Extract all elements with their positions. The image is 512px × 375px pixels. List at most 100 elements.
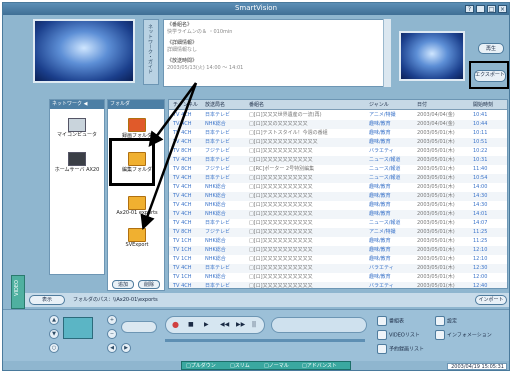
home-server-item[interactable] <box>68 152 86 166</box>
col-channel[interactable]: チャンネル <box>173 101 198 108</box>
reservation-list-button[interactable]: 予約録画リスト <box>377 344 424 354</box>
table-row[interactable]: TV 1CH NHK総合 □[ロ]又又又又又又又又又又 趣味/教育 2003/05/01… <box>169 255 507 264</box>
table-cell: NHK総合 <box>205 274 226 280</box>
fast-forward-button[interactable]: ▶▶ <box>236 321 245 328</box>
table-row[interactable]: TV 4CH 日本テレビ □[ロ]又又又又又又又又又又 ニュース/報道 2003/05/… <box>169 174 507 183</box>
display-button[interactable]: 表示 <box>29 295 65 305</box>
settings-button[interactable]: 設定 <box>435 316 457 326</box>
recording-folder-item[interactable] <box>128 118 146 132</box>
mini-monitor[interactable] <box>63 317 93 339</box>
up-button[interactable]: ▲ <box>49 315 59 325</box>
video-list-button[interactable]: VIDEOリスト <box>377 330 420 340</box>
maximize-button[interactable]: □ <box>487 5 496 13</box>
volume-slider[interactable] <box>121 321 157 333</box>
table-row[interactable]: TV 4CH NHK総合 □[ロ]又又又又又又又又又又 趣味/教育 2003/05/01… <box>169 201 507 210</box>
table-row[interactable]: TV 4CH 日本テレビ □[ロ]又又又又又又又又又又又 趣味/教育 2003/05/0… <box>169 138 507 147</box>
table-row[interactable]: TV 1CH NHK総合 □[ロ]又又又又又又又又又又 趣味/教育 2003/05/01… <box>169 273 507 282</box>
table-cell: 2003/05/01(木) <box>417 283 455 289</box>
table-row[interactable]: TV 8CH フジテレビ □[RC]ポーター 2号特別編集 ニュース/報道 2003/0… <box>169 165 507 174</box>
table-cell: □[ロ]又又又又又又又又又又 <box>249 184 313 190</box>
preview-screen-small[interactable] <box>399 31 465 81</box>
video-list-icon <box>377 330 387 340</box>
table-cell: 11:25 <box>473 229 488 235</box>
side-tab[interactable]: ネットワーク・ガイド <box>143 19 159 85</box>
record-button[interactable]: ● <box>172 320 179 329</box>
channel-down-button[interactable]: − <box>107 329 117 339</box>
record-indicator[interactable]: ○ <box>49 343 59 353</box>
folder-panel: フォルダ 録画フォルダ 編集フォルダ Ax20-01 exports SVExp… <box>107 99 165 291</box>
help-button[interactable]: ? <box>465 5 474 13</box>
table-row[interactable]: TV 4CH 日本テレビ □[ロ]又又又世界遺産の一流(再) アニメ/特撮 2003/0… <box>169 111 507 120</box>
col-station[interactable]: 放送局名 <box>205 101 225 108</box>
video-tab[interactable]: VIDEO <box>11 275 25 309</box>
my-computer-item[interactable] <box>68 118 86 132</box>
col-genre[interactable]: ジャンル <box>369 101 389 108</box>
play-transport-button[interactable]: ▶ <box>204 321 209 328</box>
table-row[interactable]: TV 4CH 日本テレビ □[ロ]又又又又又又又又又又 バラエティ 2003/05/01… <box>169 264 507 273</box>
mute-button[interactable]: ◀ <box>107 343 117 353</box>
add-folder-button[interactable]: 追加 <box>112 280 134 289</box>
mode-pulldown[interactable]: □プルダウン <box>186 362 216 370</box>
mode-slim[interactable]: □スリム <box>230 362 250 370</box>
table-row[interactable]: TV 4CH NHK総合 □[ロ]又又又又又又又又又又 趣味/教育 2003/05/01… <box>169 210 507 219</box>
information-button[interactable]: インフォメーション <box>435 330 492 340</box>
table-row[interactable]: TV 8CH フジテレビ □[ロ]又又又又又又又又又又 アニメ/特撮 2003/05/0… <box>169 228 507 237</box>
table-cell: 10:54 <box>473 175 488 181</box>
stop-button[interactable]: ■ <box>188 321 194 328</box>
table-cell: 14:30 <box>473 193 488 199</box>
col-program[interactable]: 番組名 <box>249 101 264 108</box>
seek-bar[interactable] <box>271 317 367 333</box>
position-track[interactable] <box>165 339 365 342</box>
table-cell: TV 4CH <box>173 265 192 271</box>
preview-screen-main[interactable] <box>33 19 135 83</box>
minimize-button[interactable]: _ <box>476 5 485 13</box>
table-row[interactable]: TV 4CH NHK総合 □[ロ]又又又又又又又又又又 趣味/教育 2003/05/01… <box>169 183 507 192</box>
table-row[interactable]: TV 1CH NHK総合 □[ロ]又又又又又又又又又又 趣味/教育 2003/05/01… <box>169 246 507 255</box>
table-row[interactable]: TV 4CH 日本テレビ □[ロ]又又又又又又又又又又 ニュース/報道 2003/05/… <box>169 156 507 165</box>
mode-advanced[interactable]: □アドバンスト <box>302 362 337 370</box>
delete-folder-button[interactable]: 削除 <box>138 280 160 289</box>
table-row[interactable]: TV 4CH 日本テレビ □[ロ]又又又又又又又又又又 ニュース/報道 2003/05/… <box>169 219 507 228</box>
pause-button[interactable]: || <box>252 321 256 328</box>
transport-controls: ● ■ ▶ ◀◀ ▶▶ || <box>165 316 265 334</box>
play-button[interactable]: 再生 <box>478 43 504 54</box>
channel-up-button[interactable]: + <box>107 315 117 325</box>
table-cell: 11:25 <box>473 238 488 244</box>
col-start[interactable]: 開始時刻 <box>473 101 493 108</box>
ax20-exports-item[interactable] <box>128 196 146 210</box>
down-button[interactable]: ▼ <box>49 329 59 339</box>
ax20-exports-label: Ax20-01 exports <box>116 210 158 216</box>
table-row[interactable]: TV 4CH 日本テレビ □[ロ]テストスタイル！今週の番組 趣味/教育 2003/05… <box>169 129 507 138</box>
import-button[interactable]: インポート <box>475 295 507 305</box>
rewind-button[interactable]: ◀◀ <box>220 321 229 328</box>
table-cell: 14:01 <box>473 211 488 217</box>
table-row[interactable]: TV 1CH NHK総合 □[ロ]又又又又又又又又又又 趣味/教育 2003/05/01… <box>169 237 507 246</box>
info-detail-label: 《詳細情報》 <box>167 40 198 46</box>
mode-normal[interactable]: □ノーマル <box>264 362 289 370</box>
table-row[interactable]: TV 4CH NHK総合 □[ロ]又又の又又又又又又 趣味/教育 2003/04/04(… <box>169 120 507 129</box>
network-header[interactable]: ネットワーク ◀ <box>50 100 104 109</box>
info-scrollbar[interactable] <box>383 19 391 87</box>
table-cell: 10:11 <box>473 130 488 136</box>
volume-button[interactable]: ▶ <box>121 343 131 353</box>
program-guide-button[interactable]: 番組表 <box>377 316 404 326</box>
table-cell: TV 4CH <box>173 175 192 181</box>
table-cell: 趣味/教育 <box>369 193 391 199</box>
table-cell: □[ロ]又又又世界遺産の一流(再) <box>249 112 322 118</box>
close-button[interactable]: × <box>498 5 507 13</box>
table-cell: □[ロ]又又又又又又又又又又 <box>249 238 313 244</box>
info-air-label: 《放送時間》 <box>167 58 198 64</box>
table-cell: 2003/05/01(木) <box>417 274 455 280</box>
table-cell: □[ロ]又又又又又又又又又又 <box>249 256 313 262</box>
svexport-item[interactable] <box>128 228 146 242</box>
table-cell: 12:00 <box>473 274 488 280</box>
table-row[interactable]: TV 4CH 日本テレビ □[ロ]又又又又又又又又又又 バラエティ 2003/05/01… <box>169 282 507 289</box>
mode-bar: □プルダウン □スリム □ノーマル □アドバンスト <box>181 361 351 370</box>
col-date[interactable]: 日付 <box>417 101 427 108</box>
info-detail-value: 詳細情報なし <box>167 47 198 53</box>
table-row[interactable]: TV 4CH NHK総合 □[ロ]又又又又又又又又又又 趣味/教育 2003/05/01… <box>169 192 507 201</box>
table-cell: TV 1CH <box>173 256 192 262</box>
table-row[interactable]: TV 8CH フジテレビ □[ロ]又又又又又又又又又又 バラエティ 2003/05/01… <box>169 147 507 156</box>
export-button[interactable]: エクスポート <box>474 70 506 82</box>
table-cell: □[ロ]又又又又又又又又又又 <box>249 220 313 226</box>
